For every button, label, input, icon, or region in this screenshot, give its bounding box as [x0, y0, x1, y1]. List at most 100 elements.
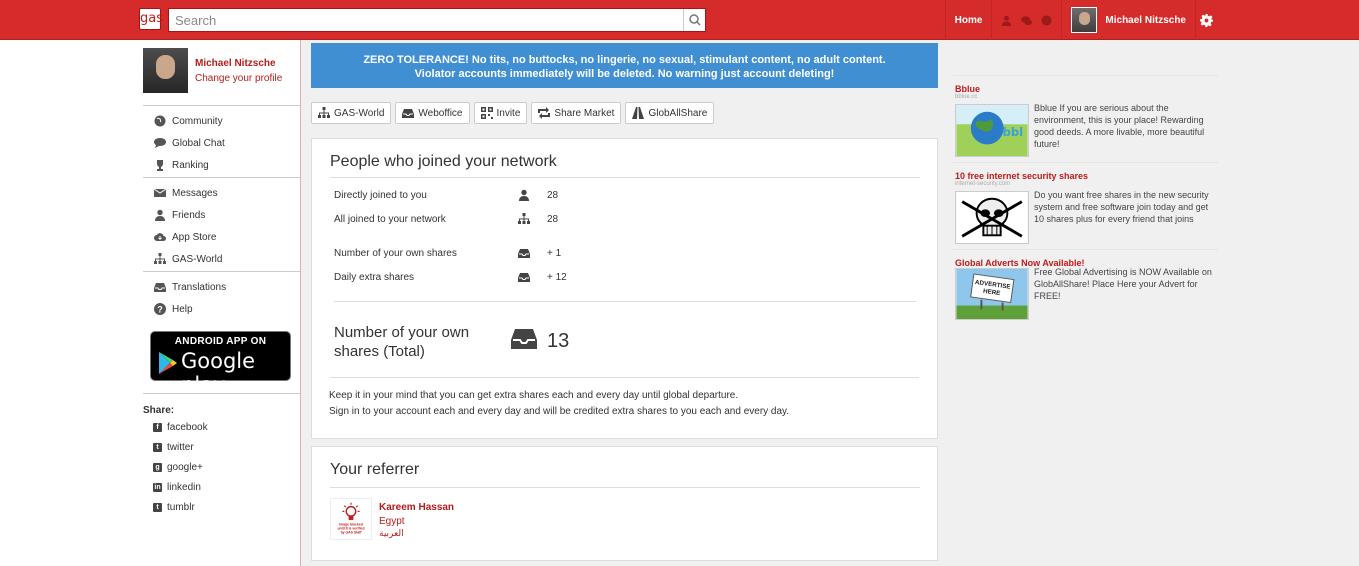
- divider: [334, 301, 916, 302]
- sidebar-item-global-chat[interactable]: Global Chat: [143, 132, 300, 154]
- ad-text: Free Global Advertising is NOW Available…: [1034, 267, 1212, 301]
- notice-line-1: ZERO TOLERANCE! No tits, no buttocks, no…: [363, 54, 886, 66]
- gas-world-button[interactable]: GAS-World: [311, 102, 392, 124]
- twitter-icon: t: [153, 442, 162, 452]
- left-sidebar: Michael Nitzsche Change your profile Com…: [0, 40, 301, 566]
- change-profile-link[interactable]: Change your profile: [195, 73, 305, 84]
- globe-icon[interactable]: [1041, 14, 1052, 26]
- nav-group-support: Translations ? Help: [143, 271, 300, 320]
- globallshare-button[interactable]: GlobAllShare: [625, 102, 715, 124]
- ad-url: internet-security.com: [955, 181, 1011, 187]
- referrer-title: Your referrer: [330, 461, 420, 478]
- home-link[interactable]: Home: [944, 0, 992, 40]
- ad-image-skull[interactable]: [955, 191, 1029, 244]
- chat-icon: [154, 138, 166, 148]
- cloud-download-icon: [154, 233, 166, 241]
- ad-text: Bblue If you are serious about the envir…: [1034, 103, 1205, 149]
- google-play-icon: [159, 352, 177, 374]
- share-linkedin[interactable]: in linkedin: [153, 477, 208, 497]
- tumblr-icon: t: [153, 502, 162, 512]
- sidebar-item-ranking[interactable]: Ranking: [143, 154, 300, 176]
- sidebar-item-messages[interactable]: Messages: [143, 182, 300, 204]
- inbox-icon: [402, 109, 415, 118]
- inbox-icon: [154, 283, 166, 292]
- sidebar-item-gas-world[interactable]: GAS-World: [143, 248, 300, 270]
- inbox-icon: [511, 329, 537, 349]
- logo[interactable]: gas: [139, 8, 163, 30]
- total-shares-value: 13: [547, 330, 570, 352]
- sidebar-item-community[interactable]: Community: [143, 110, 300, 132]
- envelope-icon: [154, 188, 166, 197]
- share-market-button[interactable]: Share Market: [531, 102, 622, 124]
- google-play-badge[interactable]: ANDROID APP ON Google play: [150, 331, 291, 397]
- road-icon: [632, 107, 645, 119]
- facebook-icon: f: [153, 422, 162, 432]
- referrer-name[interactable]: Kareem Hassan: [379, 502, 454, 513]
- share-list: f facebook t twitter g google+ in linkedin t…: [153, 417, 208, 517]
- top-right-menu: Home Michael Nitzsche: [944, 0, 1359, 40]
- user-icon[interactable]: [1001, 15, 1012, 26]
- sidebar-item-help[interactable]: ? Help: [143, 298, 300, 320]
- ad-item[interactable]: Bblue bblue.cc bbl Bblue If you are seri…: [953, 76, 1218, 163]
- globe-icon: [154, 115, 166, 127]
- user-name: Michael Nitzsche: [1105, 14, 1186, 26]
- retweet-icon: [538, 107, 551, 119]
- divider: [330, 177, 920, 178]
- referrer-panel: Your referrer Image blocked until it is …: [311, 446, 938, 561]
- ad-item[interactable]: Global Adverts Now Available! ADVERTISE …: [953, 250, 1218, 337]
- sitemap-icon: [154, 253, 166, 264]
- ad-title[interactable]: 10 free internet security shares: [955, 171, 1088, 181]
- referrer-image-blocked[interactable]: Image blocked until it is verified by GA…: [330, 498, 372, 540]
- note-text-2: Sign in to your account each and every d…: [329, 406, 790, 417]
- sitemap-icon: [518, 213, 530, 224]
- user-menu[interactable]: Michael Nitzsche: [1061, 0, 1195, 40]
- share-label: Share:: [143, 405, 175, 416]
- search-input[interactable]: [169, 9, 683, 31]
- weboffice-button[interactable]: Weboffice: [395, 102, 470, 124]
- trophy-icon: [157, 160, 163, 171]
- inbox-icon: [518, 273, 530, 282]
- ad-item[interactable]: 10 free internet security shares interne…: [953, 163, 1218, 250]
- ad-image-earth[interactable]: bbl: [955, 104, 1029, 157]
- svg-text:by GAS Staff: by GAS Staff: [341, 530, 363, 534]
- top-navbar: gas Home Michael Nitzsche: [0, 0, 1359, 40]
- ad-image-advertise-here[interactable]: ADVERTISE HERE: [955, 268, 1029, 320]
- question-icon: ?: [154, 303, 166, 315]
- avatar[interactable]: [143, 48, 188, 93]
- search-icon: [689, 14, 701, 26]
- notification-icons: [991, 0, 1061, 40]
- ads-column: Bblue bblue.cc bbl Bblue If you are seri…: [953, 75, 1218, 337]
- share-facebook[interactable]: f facebook: [153, 417, 208, 437]
- nav-group-community: Community Global Chat Ranking: [143, 105, 300, 176]
- invite-button[interactable]: Invite: [473, 102, 528, 124]
- nav-group-personal: Messages Friends App Store GAS-World: [143, 177, 300, 270]
- ad-title[interactable]: Bblue: [955, 84, 980, 94]
- chat-icon[interactable]: [1021, 15, 1033, 26]
- divider: [143, 393, 300, 394]
- total-shares-label: Number of your own shares (Total): [334, 324, 470, 360]
- share-google-plus[interactable]: g google+: [153, 457, 208, 477]
- inbox-icon: [518, 249, 530, 258]
- network-title: People who joined your network: [330, 153, 557, 170]
- profile-name[interactable]: Michael Nitzsche: [195, 58, 305, 69]
- share-twitter[interactable]: t twitter: [153, 437, 208, 457]
- google-plus-icon: g: [153, 462, 162, 472]
- ad-url: bblue.cc: [955, 94, 978, 100]
- settings-button[interactable]: [1195, 0, 1359, 40]
- share-tumblr[interactable]: t tumblr: [153, 497, 208, 517]
- sitemap-icon: [318, 107, 330, 118]
- main-toolbar: GAS-World Weboffice Invite Share Market …: [311, 102, 715, 124]
- network-panel: People who joined your network Directly …: [311, 138, 938, 439]
- linkedin-icon: in: [153, 482, 162, 492]
- note-text-1: Keep it in your mind that you can get ex…: [329, 390, 739, 401]
- sidebar-item-friends[interactable]: Friends: [143, 204, 300, 226]
- gear-icon: [1200, 13, 1213, 27]
- qrcode-icon: [480, 107, 493, 119]
- avatar: [1071, 7, 1098, 33]
- search-button[interactable]: [683, 9, 705, 31]
- sidebar-item-app-store[interactable]: App Store: [143, 226, 300, 248]
- referrer-country: Egypt: [379, 516, 405, 527]
- zero-tolerance-notice: ZERO TOLERANCE! No tits, no buttocks, no…: [311, 43, 938, 88]
- sidebar-item-translations[interactable]: Translations: [143, 276, 300, 298]
- user-icon: [155, 209, 165, 221]
